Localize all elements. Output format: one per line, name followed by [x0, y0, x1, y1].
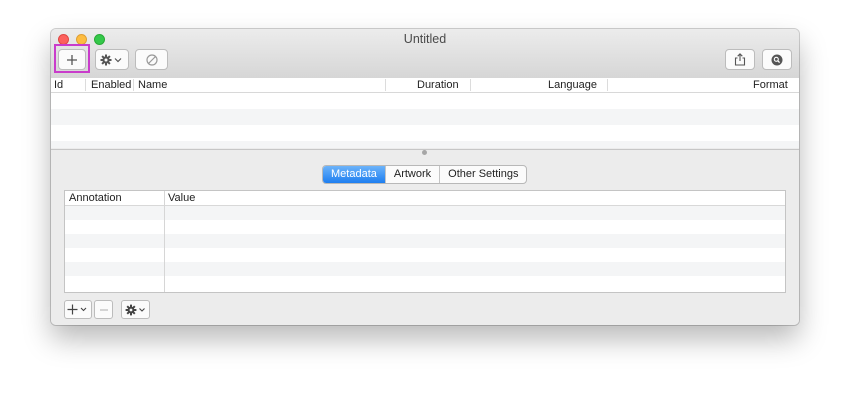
tab-metadata[interactable]: Metadata	[323, 166, 385, 183]
table-row	[51, 141, 799, 148]
gear-icon	[100, 54, 122, 65]
column-header-id[interactable]: Id	[54, 78, 63, 92]
main-window: Untitled Id Enabled Name Duration Langua…	[51, 29, 799, 325]
splitter-handle[interactable]	[422, 150, 427, 155]
column-separator	[85, 79, 86, 91]
details-pane: Metadata Artwork Other Settings Annotati…	[51, 149, 799, 325]
column-separator	[470, 79, 471, 91]
column-header-annotation[interactable]: Annotation	[69, 191, 122, 205]
column-separator	[607, 79, 608, 91]
gear-icon	[125, 304, 145, 315]
column-header-language[interactable]: Language	[548, 78, 597, 92]
add-metadata-button[interactable]	[64, 300, 92, 319]
plus-icon	[67, 304, 87, 315]
column-header-name[interactable]: Name	[138, 78, 167, 92]
share-icon	[734, 53, 746, 66]
remove-metadata-button[interactable]	[94, 300, 113, 319]
column-header-value[interactable]: Value	[168, 191, 195, 205]
table-row	[65, 276, 785, 290]
table-row	[65, 220, 785, 234]
search-icon	[771, 54, 783, 65]
tracks-table-header: Id Enabled Name Duration Language Format	[51, 78, 799, 93]
metadata-action-button[interactable]	[121, 300, 150, 319]
prohibited-icon	[145, 53, 158, 66]
action-menu-button[interactable]	[95, 49, 129, 70]
column-separator	[164, 191, 165, 292]
metadata-table-header: Annotation Value	[65, 191, 785, 206]
toolbar: Untitled	[51, 29, 799, 79]
table-row	[51, 109, 799, 125]
column-header-enabled[interactable]: Enabled	[91, 78, 131, 92]
tab-artwork[interactable]: Artwork	[384, 166, 439, 183]
tracks-table: Id Enabled Name Duration Language Format	[51, 78, 799, 148]
search-button[interactable]	[762, 49, 792, 70]
add-track-button[interactable]	[58, 49, 86, 70]
table-row	[65, 248, 785, 262]
table-row	[51, 125, 799, 141]
metadata-table: Annotation Value	[64, 190, 786, 293]
share-button[interactable]	[725, 49, 755, 70]
table-row	[65, 262, 785, 276]
column-header-format[interactable]: Format	[753, 78, 788, 92]
table-row	[65, 206, 785, 220]
column-separator	[133, 79, 134, 91]
disable-button[interactable]	[135, 49, 168, 70]
table-row	[51, 93, 799, 109]
tab-other-settings[interactable]: Other Settings	[439, 166, 526, 183]
minus-icon	[99, 308, 108, 311]
column-header-duration[interactable]: Duration	[417, 78, 459, 92]
details-tabs: Metadata Artwork Other Settings	[322, 165, 528, 184]
plus-icon	[67, 54, 77, 65]
column-separator	[385, 79, 386, 91]
window-title: Untitled	[403, 32, 447, 46]
table-row	[65, 234, 785, 248]
